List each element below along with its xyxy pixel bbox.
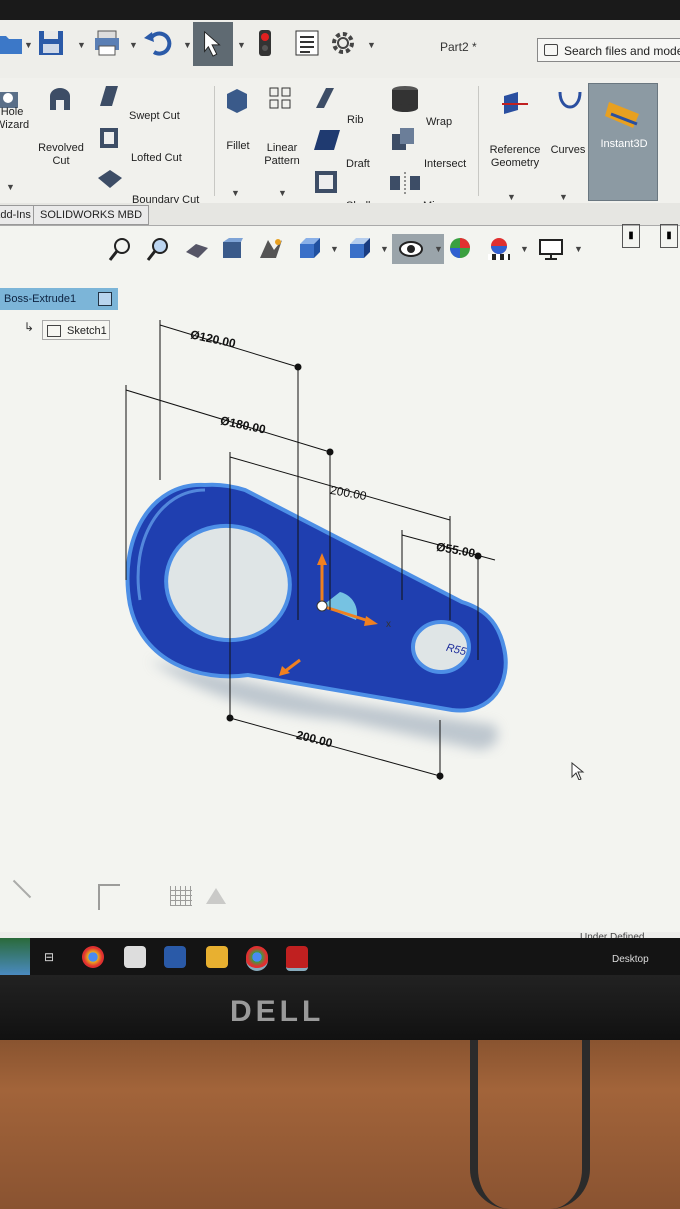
windows-taskbar: ⊟ Desktop <box>0 938 680 975</box>
line-tool-icon[interactable] <box>12 879 32 899</box>
linear-sketch-pattern-icon[interactable] <box>170 886 192 906</box>
triad-x-label: x <box>386 619 391 630</box>
chrome-icon[interactable] <box>82 946 104 968</box>
dell-logo: DELL <box>230 995 325 1028</box>
solidworks-taskbar-icon[interactable] <box>286 946 308 971</box>
triangle-tool-icon[interactable] <box>206 888 226 904</box>
windows-start-icon[interactable] <box>0 938 30 975</box>
chrome-running-icon[interactable] <box>246 946 268 971</box>
sketch-toolbar <box>0 879 240 912</box>
calendar-app-icon[interactable] <box>124 946 146 968</box>
word-icon[interactable] <box>164 946 186 968</box>
monitor-stand <box>470 1040 590 1209</box>
monitor-chin <box>0 975 680 1040</box>
task-view-icon[interactable]: ⊟ <box>44 950 54 964</box>
file-explorer-icon[interactable] <box>206 946 228 968</box>
screen: ▼ ▼ ▼ ▼ ▼ ▼ Part2 * Search files and mod… <box>0 20 680 975</box>
smart-dimension-icon[interactable] <box>98 884 120 910</box>
mouse-cursor-icon <box>571 762 585 780</box>
desktop-toolbar-label[interactable]: Desktop <box>612 954 649 965</box>
origin-point <box>316 600 328 612</box>
graphics-area[interactable]: x <box>0 20 680 920</box>
